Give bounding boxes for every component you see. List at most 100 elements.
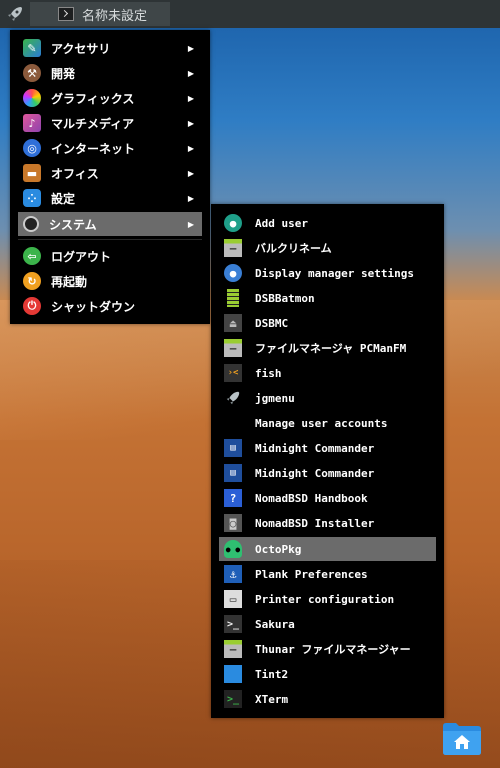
- submenu-item-label: バルクリネーム: [255, 242, 332, 255]
- office-icon: ▬: [23, 164, 41, 182]
- submenu-item-label: DSBBatmon: [255, 291, 315, 305]
- rocket-icon: [8, 7, 22, 21]
- submenu-arrow-icon: ▶: [187, 168, 194, 178]
- menu-item-internet[interactable]: ◎ インターネット ▶: [18, 136, 202, 160]
- submenu-item-sakura[interactable]: >_ Sakura: [219, 612, 436, 636]
- submenu-item-octopkg[interactable]: ● ● OctoPkg: [219, 537, 436, 561]
- home-folder-icon: [443, 723, 481, 755]
- file-manager-icon: ‒: [224, 339, 242, 357]
- taskbar: 名称未設定: [0, 0, 500, 28]
- rocket-icon: [224, 389, 242, 407]
- menu-item-system[interactable]: システム ▶: [18, 212, 202, 236]
- tint2-icon: [224, 665, 242, 683]
- submenu-item-label: OctoPkg: [255, 542, 302, 556]
- menu-item-label: オフィス: [51, 166, 99, 181]
- menu-item-label: 再起動: [51, 274, 88, 289]
- submenu-item-label: NomadBSD Installer: [255, 516, 375, 530]
- menu-item-label: グラフィックス: [51, 91, 135, 106]
- menu-item-settings[interactable]: ⁘ 設定 ▶: [18, 186, 202, 210]
- menu-item-logout[interactable]: ⇦ ログアウト: [18, 244, 202, 268]
- submenu-item-label: Manage user accounts: [255, 416, 388, 430]
- submenu-item-label: ファイルマネージャ PCManFM: [255, 342, 407, 355]
- file-manager-icon: ‒: [224, 640, 242, 658]
- menu-item-label: シャットダウン: [51, 299, 136, 314]
- menu-item-graphics[interactable]: グラフィックス ▶: [18, 86, 202, 110]
- bulk-rename-icon: ‒: [224, 239, 242, 257]
- menu-item-office[interactable]: ▬ オフィス ▶: [18, 161, 202, 185]
- blank-icon: [224, 414, 242, 432]
- submenu-item-fish[interactable]: ›< fish: [219, 361, 436, 385]
- menu-item-label: システム: [49, 217, 97, 232]
- submenu-item-midnight-commander-2[interactable]: ▤ Midnight Commander: [219, 461, 436, 485]
- taskbar-window-button[interactable]: 名称未設定: [30, 2, 170, 26]
- submenu-item-thunar[interactable]: ‒ Thunar ファイルマネージャー: [219, 637, 436, 661]
- midnight-commander-icon: ▤: [224, 439, 242, 457]
- submenu-item-tint2[interactable]: Tint2: [219, 662, 436, 686]
- printer-icon: ▭: [224, 590, 242, 608]
- submenu-item-label: NomadBSD Handbook: [255, 491, 368, 505]
- submenu-item-label: XTerm: [255, 692, 289, 706]
- submenu-item-pcmanfm[interactable]: ‒ ファイルマネージャ PCManFM: [219, 336, 436, 360]
- submenu-item-printer-configuration[interactable]: ▭ Printer configuration: [219, 587, 436, 611]
- submenu-item-xterm[interactable]: >_ XTerm: [219, 687, 436, 711]
- terminal-icon: [58, 7, 74, 21]
- octopkg-icon: ● ●: [224, 540, 242, 558]
- submenu-item-manage-user-accounts[interactable]: Manage user accounts: [219, 411, 436, 435]
- submenu-item-label: Tint2: [255, 667, 289, 681]
- menu-item-label: アクセサリ: [51, 41, 111, 56]
- submenu-arrow-icon: ▶: [187, 68, 194, 78]
- submenu-arrow-icon: ▶: [187, 219, 194, 229]
- shutdown-icon: ⏻: [23, 297, 41, 315]
- submenu-item-nomadbsd-handbook[interactable]: ? NomadBSD Handbook: [219, 486, 436, 510]
- plank-icon: ⚓: [224, 565, 242, 583]
- settings-icon: ⁘: [23, 189, 41, 207]
- submenu-item-dsbbatmon[interactable]: DSBBatmon: [219, 286, 436, 310]
- system-icon: [23, 216, 39, 232]
- submenu-arrow-icon: ▶: [187, 118, 194, 128]
- menu-item-multimedia[interactable]: ♪ マルチメディア ▶: [18, 111, 202, 135]
- menu-launcher-button[interactable]: [2, 2, 28, 26]
- battery-icon: [227, 289, 239, 307]
- eject-icon: ⏏: [224, 314, 242, 332]
- submenu-item-jgmenu[interactable]: jgmenu: [219, 386, 436, 410]
- reboot-icon: ↻: [23, 272, 41, 290]
- submenu-item-label: Sakura: [255, 617, 295, 631]
- help-icon: ?: [224, 489, 242, 507]
- submenu-item-label: Add user: [255, 216, 308, 230]
- menu-item-accessories[interactable]: ✎ アクセサリ ▶: [18, 36, 202, 60]
- menu-item-label: マルチメディア: [51, 116, 135, 131]
- submenu-item-label: Plank Preferences: [255, 567, 368, 581]
- submenu-item-label: Display manager settings: [255, 266, 414, 280]
- logout-icon: ⇦: [23, 247, 41, 265]
- submenu-item-nomadbsd-installer[interactable]: ◙ NomadBSD Installer: [219, 511, 436, 535]
- menu-item-label: ログアウト: [51, 249, 112, 264]
- desktop-home-folder[interactable]: [441, 720, 483, 756]
- menu-item-development[interactable]: ⚒ 開発 ▶: [18, 61, 202, 85]
- submenu-item-label: Printer configuration: [255, 592, 395, 606]
- menu-separator: [18, 239, 202, 240]
- submenu-item-midnight-commander[interactable]: ▤ Midnight Commander: [219, 436, 436, 460]
- menu-item-label: インターネット: [51, 141, 136, 156]
- internet-icon: ◎: [23, 139, 41, 157]
- menu-item-reboot[interactable]: ↻ 再起動: [18, 269, 202, 293]
- application-menu: ✎ アクセサリ ▶ ⚒ 開発 ▶ グラフィックス ▶ ♪ マルチメディア ▶ ◎…: [10, 30, 210, 324]
- submenu-arrow-icon: ▶: [187, 143, 194, 153]
- submenu-item-label: Midnight Commander: [255, 441, 375, 455]
- submenu-item-dsbmc[interactable]: ⏏ DSBMC: [219, 311, 436, 335]
- add-user-icon: ●: [224, 214, 242, 232]
- multimedia-icon: ♪: [23, 114, 41, 132]
- submenu-item-label: Midnight Commander: [255, 466, 375, 480]
- menu-item-shutdown[interactable]: ⏻ シャットダウン: [18, 294, 202, 318]
- submenu-item-bulk-rename[interactable]: ‒ バルクリネーム: [219, 236, 436, 260]
- submenu-arrow-icon: ▶: [187, 93, 194, 103]
- submenu-arrow-icon: ▶: [187, 43, 194, 53]
- system-submenu: ● Add user ‒ バルクリネーム ● Display manager s…: [211, 204, 444, 718]
- terminal-icon: >_: [224, 615, 242, 633]
- installer-icon: ◙: [224, 514, 242, 532]
- submenu-item-plank-preferences[interactable]: ⚓ Plank Preferences: [219, 562, 436, 586]
- submenu-item-add-user[interactable]: ● Add user: [219, 211, 436, 235]
- submenu-item-label: Thunar ファイルマネージャー: [255, 643, 411, 656]
- taskbar-window-label: 名称未設定: [82, 8, 148, 24]
- fish-terminal-icon: ›<: [224, 364, 242, 382]
- submenu-item-display-manager[interactable]: ● Display manager settings: [219, 261, 436, 285]
